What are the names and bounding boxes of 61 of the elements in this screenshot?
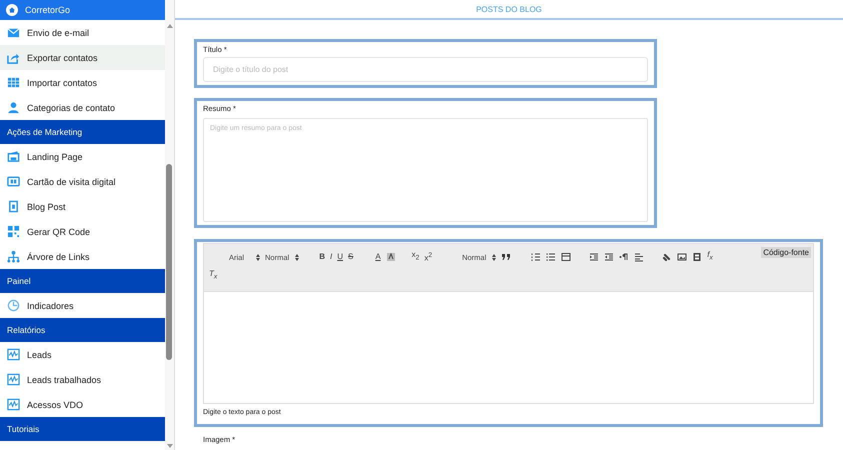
id-card-icon	[7, 175, 20, 188]
scroll-up-icon[interactable]	[166, 24, 173, 28]
sidebar-item[interactable]: Categorias de contato	[0, 95, 166, 120]
sidebar-item[interactable]: Indicadores	[0, 293, 166, 318]
document-icon	[7, 200, 20, 213]
superscript-button[interactable]: x$^{2}$	[424, 250, 432, 264]
section-header: Painel	[0, 269, 166, 293]
underline-button[interactable]: U	[337, 252, 343, 262]
background-color-icon[interactable]	[386, 252, 396, 262]
italic-button[interactable]: I	[330, 252, 332, 262]
strike-button[interactable]: S	[348, 252, 354, 262]
line-chart-icon	[7, 373, 20, 386]
sidebar-item[interactable]: Gerar QR Code	[0, 219, 166, 244]
section-header: Ações de Marketing	[0, 120, 166, 144]
text-color-button[interactable]: A	[375, 252, 381, 262]
sort-arrows-icon[interactable]	[295, 254, 300, 260]
bold-button[interactable]: B	[319, 252, 325, 262]
sidebar-item[interactable]: Exportar contatos	[0, 45, 166, 70]
scroll-down-icon[interactable]	[166, 444, 173, 448]
sidebar-item[interactable]: Leads	[0, 342, 166, 367]
indent-icon[interactable]	[589, 252, 600, 262]
app-name: CorretorGo	[25, 5, 70, 15]
subscript-button[interactable]: x$_{2}$	[412, 250, 420, 264]
table-icon	[7, 76, 20, 89]
envelope-icon	[7, 26, 20, 39]
paragraph-direction-icon[interactable]	[619, 252, 630, 262]
video-icon[interactable]	[692, 252, 702, 262]
sidebar-item[interactable]: Acessos VDO	[0, 392, 166, 417]
quote-icon[interactable]	[501, 252, 512, 262]
source-code-button[interactable]: Código-fonte	[761, 247, 811, 258]
scrollbar[interactable]	[165, 0, 174, 450]
outdent-icon[interactable]	[604, 252, 614, 262]
section-header: Relatórios	[0, 318, 166, 342]
line-chart-icon	[7, 398, 20, 411]
sort-arrows-icon[interactable]	[256, 254, 260, 260]
formula-button[interactable]: f$_{x}$	[707, 250, 713, 264]
share-icon	[7, 51, 20, 64]
qr-code-icon	[7, 225, 20, 238]
align-icon[interactable]	[634, 252, 644, 262]
home-icon	[6, 4, 18, 16]
person-icon	[7, 101, 20, 114]
sidebar-item[interactable]: Landing Page	[0, 144, 166, 169]
scrollbar-thumb[interactable]	[166, 164, 172, 360]
ordered-list-icon[interactable]	[531, 252, 542, 262]
section-header: Tutoriais	[0, 417, 166, 441]
table-icon[interactable]	[561, 252, 572, 262]
sidebar-item[interactable]: Importar contatos	[0, 70, 166, 95]
sidebar-item[interactable]: Árvore de Links	[0, 244, 166, 269]
sidebar-item[interactable]: Cartão de visita digital	[0, 169, 166, 194]
hierarchy-icon	[7, 250, 20, 263]
browser-window-icon	[7, 150, 20, 163]
sidebar-item[interactable]: Blog Post	[0, 194, 166, 219]
image-icon[interactable]	[677, 252, 688, 262]
line-chart-icon	[7, 348, 20, 361]
sidebar-item[interactable]: Envio de e-mail	[0, 20, 166, 45]
bullet-list-icon[interactable]	[546, 252, 556, 262]
sort-arrows-icon[interactable]	[492, 254, 496, 260]
title-input[interactable]: Digite o título do post	[203, 57, 648, 82]
clear-format-button[interactable]: T$_{x}$	[209, 269, 218, 283]
page-title: POSTS DO BLOG	[476, 4, 542, 14]
sidebar-item[interactable]: Leads trabalhados	[0, 367, 166, 392]
